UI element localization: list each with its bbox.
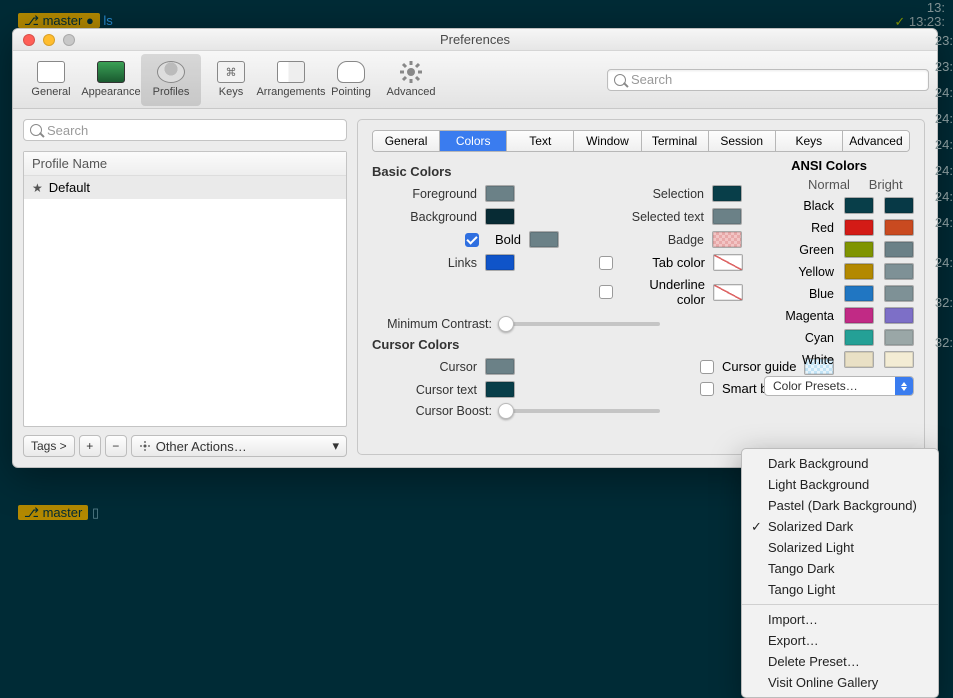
other-actions-button[interactable]: Other Actions…▾ [131, 435, 347, 457]
cursor-boost-slider[interactable] [500, 409, 660, 413]
tab-terminal[interactable]: Terminal [642, 131, 709, 151]
underline-swatch[interactable] [713, 284, 743, 301]
profile-list: Profile Name ★Default [23, 151, 347, 427]
toolbar-profiles[interactable]: Profiles [141, 54, 201, 106]
add-profile-button[interactable]: + [79, 435, 101, 457]
tab-window[interactable]: Window [574, 131, 641, 151]
selected-text-swatch[interactable] [712, 208, 742, 225]
ansi-magenta-bright[interactable] [884, 307, 914, 324]
ansi-blue-normal[interactable] [844, 285, 874, 302]
preset-pastel-dark-background-[interactable]: Pastel (Dark Background) [742, 495, 938, 516]
search-icon [30, 124, 42, 136]
minimize-icon[interactable] [43, 34, 55, 46]
toolbar-appearance[interactable]: Appearance [81, 54, 141, 106]
profile-tabs: General Colors Text Window Terminal Sess… [372, 130, 910, 152]
links-swatch[interactable] [485, 254, 515, 271]
window-title: Preferences [13, 32, 937, 47]
ansi-red-normal[interactable] [844, 219, 874, 236]
smart-box-checkbox[interactable] [700, 382, 714, 396]
toolbar-arrangements[interactable]: Arrangements [261, 54, 321, 106]
cursor-text-swatch[interactable] [485, 381, 515, 398]
toolbar-keys[interactable]: ⌘Keys [201, 54, 261, 106]
ansi-colors: ANSI Colors NormalBright BlackRedGreenYe… [744, 158, 914, 396]
tab-keys[interactable]: Keys [776, 131, 843, 151]
toolbar-search[interactable]: Search [607, 69, 929, 91]
preset-action-import-[interactable]: Import… [742, 609, 938, 630]
tab-colors[interactable]: Colors [440, 131, 507, 151]
color-presets-button[interactable]: Color Presets… [764, 376, 914, 396]
min-contrast-slider[interactable] [500, 322, 660, 326]
profile-row-default[interactable]: ★Default [24, 176, 346, 199]
zoom-icon[interactable] [63, 34, 75, 46]
ansi-yellow-normal[interactable] [844, 263, 874, 280]
close-icon[interactable] [23, 34, 35, 46]
ansi-cyan-normal[interactable] [844, 329, 874, 346]
cursor-swatch[interactable] [485, 358, 515, 375]
tab-color-checkbox[interactable] [599, 256, 613, 270]
preset-light-background[interactable]: Light Background [742, 474, 938, 495]
ansi-black-normal[interactable] [844, 197, 874, 214]
titlebar: Preferences [13, 29, 937, 51]
selection-swatch[interactable] [712, 185, 742, 202]
search-icon [614, 74, 626, 86]
tab-color-swatch[interactable] [713, 254, 743, 271]
ansi-black-bright[interactable] [884, 197, 914, 214]
preset-solarized-dark[interactable]: Solarized Dark [742, 516, 938, 537]
toolbar-pointing[interactable]: Pointing [321, 54, 381, 106]
star-icon: ★ [32, 181, 43, 195]
ansi-green-bright[interactable] [884, 241, 914, 258]
ansi-white-normal[interactable] [844, 351, 874, 368]
remove-profile-button[interactable]: − [105, 435, 127, 457]
preset-action-export-[interactable]: Export… [742, 630, 938, 651]
preset-tango-dark[interactable]: Tango Dark [742, 558, 938, 579]
tab-session[interactable]: Session [709, 131, 776, 151]
toolbar: General Appearance Profiles ⌘Keys Arrang… [13, 51, 937, 109]
ansi-cyan-bright[interactable] [884, 329, 914, 346]
bold-checkbox[interactable] [465, 233, 479, 247]
chevron-updown-icon [895, 377, 913, 395]
profile-list-header: Profile Name [24, 152, 346, 176]
ansi-green-normal[interactable] [844, 241, 874, 258]
cursor-guide-checkbox[interactable] [700, 360, 714, 374]
preferences-window: Preferences General Appearance Profiles … [12, 28, 938, 468]
tab-advanced[interactable]: Advanced [843, 131, 909, 151]
preset-tango-light[interactable]: Tango Light [742, 579, 938, 600]
underline-checkbox[interactable] [599, 285, 613, 299]
tab-text[interactable]: Text [507, 131, 574, 151]
tab-general[interactable]: General [373, 131, 440, 151]
profile-search[interactable]: Search [23, 119, 347, 141]
background-swatch[interactable] [485, 208, 515, 225]
ansi-magenta-normal[interactable] [844, 307, 874, 324]
badge-swatch[interactable] [712, 231, 742, 248]
ansi-yellow-bright[interactable] [884, 263, 914, 280]
color-presets-menu: Dark BackgroundLight BackgroundPastel (D… [741, 448, 939, 698]
ansi-blue-bright[interactable] [884, 285, 914, 302]
bold-swatch[interactable] [529, 231, 559, 248]
toolbar-advanced[interactable]: Advanced [381, 54, 441, 106]
foreground-swatch[interactable] [485, 185, 515, 202]
preset-dark-background[interactable]: Dark Background [742, 453, 938, 474]
preset-action-visit-online-gallery[interactable]: Visit Online Gallery [742, 672, 938, 693]
sidebar: Search Profile Name ★Default Tags > + − … [13, 109, 357, 467]
toolbar-general[interactable]: General [21, 54, 81, 106]
preset-solarized-light[interactable]: Solarized Light [742, 537, 938, 558]
ansi-white-bright[interactable] [884, 351, 914, 368]
ansi-red-bright[interactable] [884, 219, 914, 236]
tags-button[interactable]: Tags > [23, 435, 75, 457]
preset-action-delete-preset-[interactable]: Delete Preset… [742, 651, 938, 672]
